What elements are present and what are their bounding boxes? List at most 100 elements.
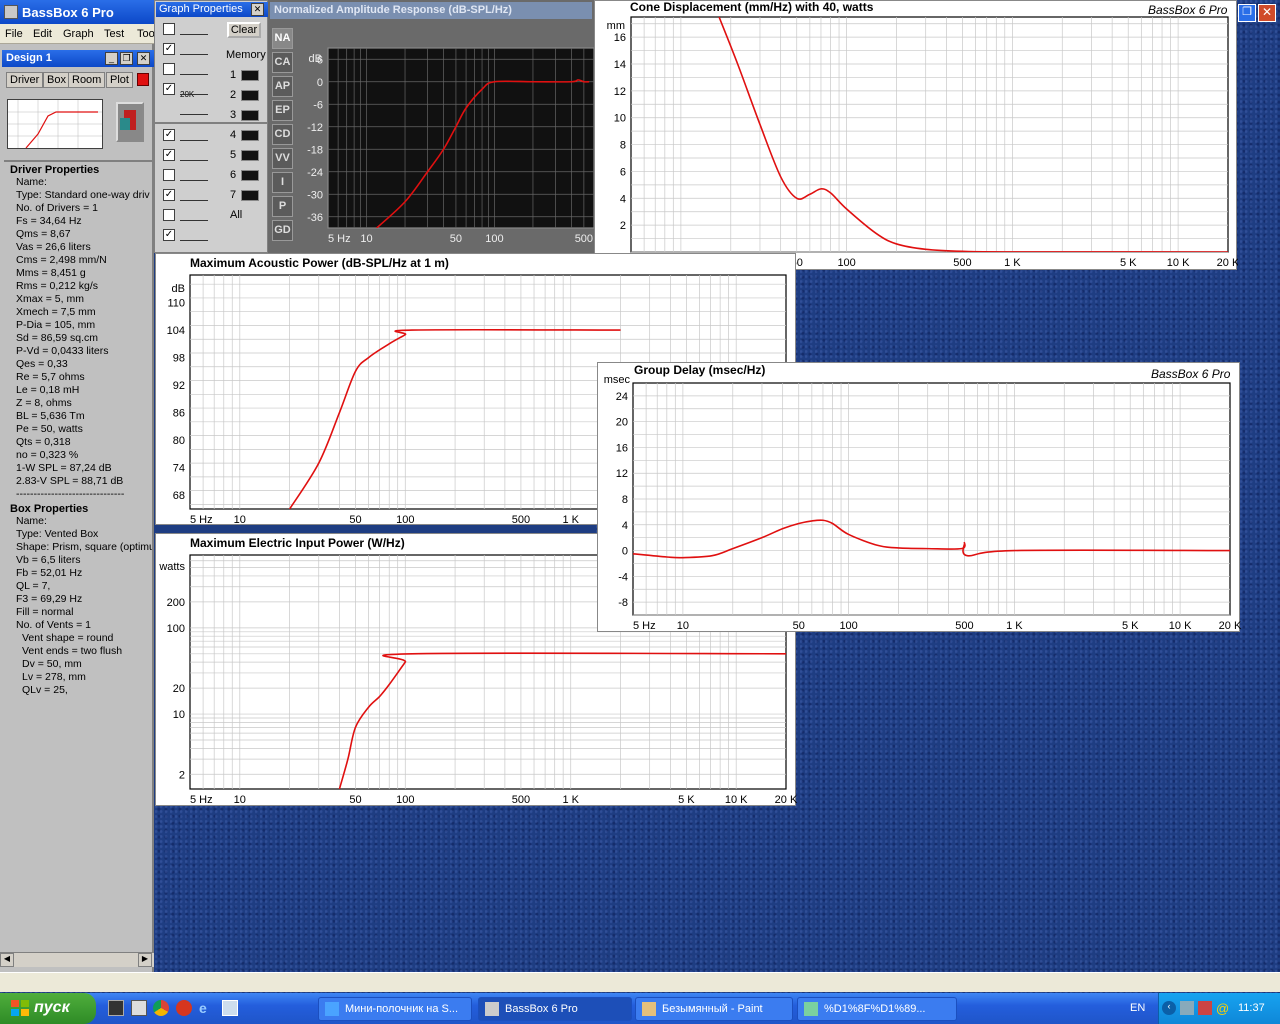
mute-icon[interactable] [180,209,208,221]
graph-option-checkbox[interactable]: ✓ [163,189,175,201]
property-item: Type: Standard one-way driv [16,189,150,201]
minimize-icon[interactable]: _ [105,52,118,65]
memory-slot-number[interactable]: 3 [230,109,236,121]
menu-test[interactable]: Test [104,28,124,40]
graph-tab[interactable]: P [272,196,293,217]
memory-slot-number[interactable]: All [230,209,242,221]
clear-button[interactable]: Clear [227,22,261,38]
graph-tab[interactable]: VV [272,148,293,169]
graph-properties-close-icon[interactable]: ✕ [251,3,264,16]
tab-plot[interactable]: Plot [106,72,133,88]
graph-tab[interactable]: I [272,172,293,193]
scroll-right-icon[interactable]: ▶ [138,953,152,967]
memory-slot-swatch[interactable] [241,70,259,81]
scale-icon[interactable] [180,63,208,75]
horizontal-scrollbar[interactable]: ◀ ▶ [0,952,154,967]
box-icon[interactable] [180,149,208,161]
memory-slot-number[interactable]: 2 [230,89,236,101]
menu-tools[interactable]: Too [137,28,155,40]
memory-slot-number[interactable]: 4 [230,129,236,141]
menu-file[interactable]: File [5,28,23,40]
amp-icon[interactable] [180,189,208,201]
chrome-icon[interactable] [153,1000,169,1016]
graph-option-checkbox[interactable]: ✓ [163,129,175,141]
memory-slot-number[interactable]: 1 [230,69,236,81]
driver-icon[interactable] [180,129,208,141]
opera-icon[interactable] [176,1000,192,1016]
graph-tab[interactable]: CA [272,52,293,73]
show-desktop-icon[interactable] [108,1000,124,1016]
antivirus-icon[interactable] [1198,1001,1212,1015]
messenger-icon[interactable] [222,1000,238,1016]
app-title-bar: BassBox 6 Pro [0,0,156,24]
room-icon[interactable] [180,169,208,181]
memory-slot-number[interactable]: 6 [230,169,236,181]
tab-room[interactable]: Room [68,72,106,88]
graph-option-checkbox[interactable]: ✓ [163,229,175,241]
graph-tab[interactable]: AP [272,76,293,97]
y-tick-label: 8 [622,494,628,506]
graph-option-checkbox[interactable] [163,209,175,221]
tab-driver[interactable]: Driver [6,72,44,88]
graph-tab[interactable]: CD [272,124,293,145]
x-tick-label: 100 [839,620,857,632]
tray-expand-icon[interactable]: ‹ [1162,1001,1176,1015]
y-tick-label: -24 [307,167,323,179]
y-tick-label: 200 [167,597,185,609]
at-icon[interactable]: @ [1216,1001,1230,1016]
graph-option-checkbox[interactable] [163,23,175,35]
taskbar-task[interactable]: Мини-полочник на S... [318,997,472,1021]
bassbox-quicklaunch-icon[interactable] [131,1000,147,1016]
speaker-box-icon[interactable] [116,102,144,142]
memory-slot-number[interactable]: 5 [230,149,236,161]
graph-option-checkbox[interactable] [163,169,175,181]
memory-slot-swatch[interactable] [241,190,259,201]
plus-icon[interactable] [180,23,208,35]
graph-tab[interactable]: NA [272,28,293,49]
graph-option-checkbox[interactable]: ✓ [163,43,175,55]
y-tick-label: 4 [620,193,626,205]
network-icon[interactable] [1180,1001,1194,1015]
graph-tab[interactable]: EP [272,100,293,121]
memory-slot-swatch[interactable] [241,130,259,141]
x-tick-label: 100 [837,257,855,269]
scroll-left-icon[interactable]: ◀ [0,953,14,967]
close-window-icon[interactable]: ✕ [1258,4,1276,22]
zoom-icon[interactable] [180,103,208,115]
language-indicator[interactable]: EN [1130,1002,1145,1014]
menu-edit[interactable]: Edit [33,28,52,40]
memory-slot-swatch[interactable] [241,110,259,121]
tab-box[interactable]: Box [43,72,70,88]
box-properties: Name: Type: Vented Box Shape: Prism, squar… [4,515,152,632]
property-item: Z = 8, ohms [16,397,72,409]
menu-graph[interactable]: Graph [63,28,94,40]
x-tick-label: 1 K [1004,257,1021,269]
restore-window-icon[interactable]: ❐ [1238,4,1256,22]
graph-tab[interactable]: GD [272,220,293,241]
property-item: QL = 7, [16,580,51,592]
cone-displacement-window[interactable]: Cone Displacement (mm/Hz) with 40, watts… [594,0,1238,270]
grid-icon[interactable] [180,43,208,55]
taskbar-task[interactable]: Безымянный - Paint [635,997,793,1021]
camera-icon[interactable] [180,229,208,241]
box-properties-heading: Box Properties [10,503,89,515]
graph-option-checkbox[interactable]: ✓ [163,83,175,95]
y-tick-label: 14 [614,59,626,71]
memory-slot-number[interactable]: 7 [230,189,236,201]
restore-icon[interactable]: ❐ [120,52,133,65]
response-thumbnail[interactable] [7,99,103,149]
close-icon[interactable]: ✕ [137,52,150,65]
graph-option-checkbox[interactable] [163,63,175,75]
y-tick-label: 2 [179,769,185,781]
memory-slot-swatch[interactable] [241,90,259,101]
app-icon [4,5,18,19]
range-icon[interactable] [180,83,208,95]
internet-explorer-icon[interactable]: e [199,1000,215,1016]
graph-option-checkbox[interactable]: ✓ [163,149,175,161]
plot-color-swatch[interactable] [137,73,149,86]
memory-slot-swatch[interactable] [241,150,259,161]
taskbar-task[interactable]: BassBox 6 Pro [478,997,632,1021]
memory-slot-swatch[interactable] [241,170,259,181]
taskbar-task[interactable]: %D1%8F%D1%89... [797,997,957,1021]
group-delay-window[interactable]: Group Delay (msec/Hz) BassBox 6 Pro 24 20… [597,362,1241,632]
